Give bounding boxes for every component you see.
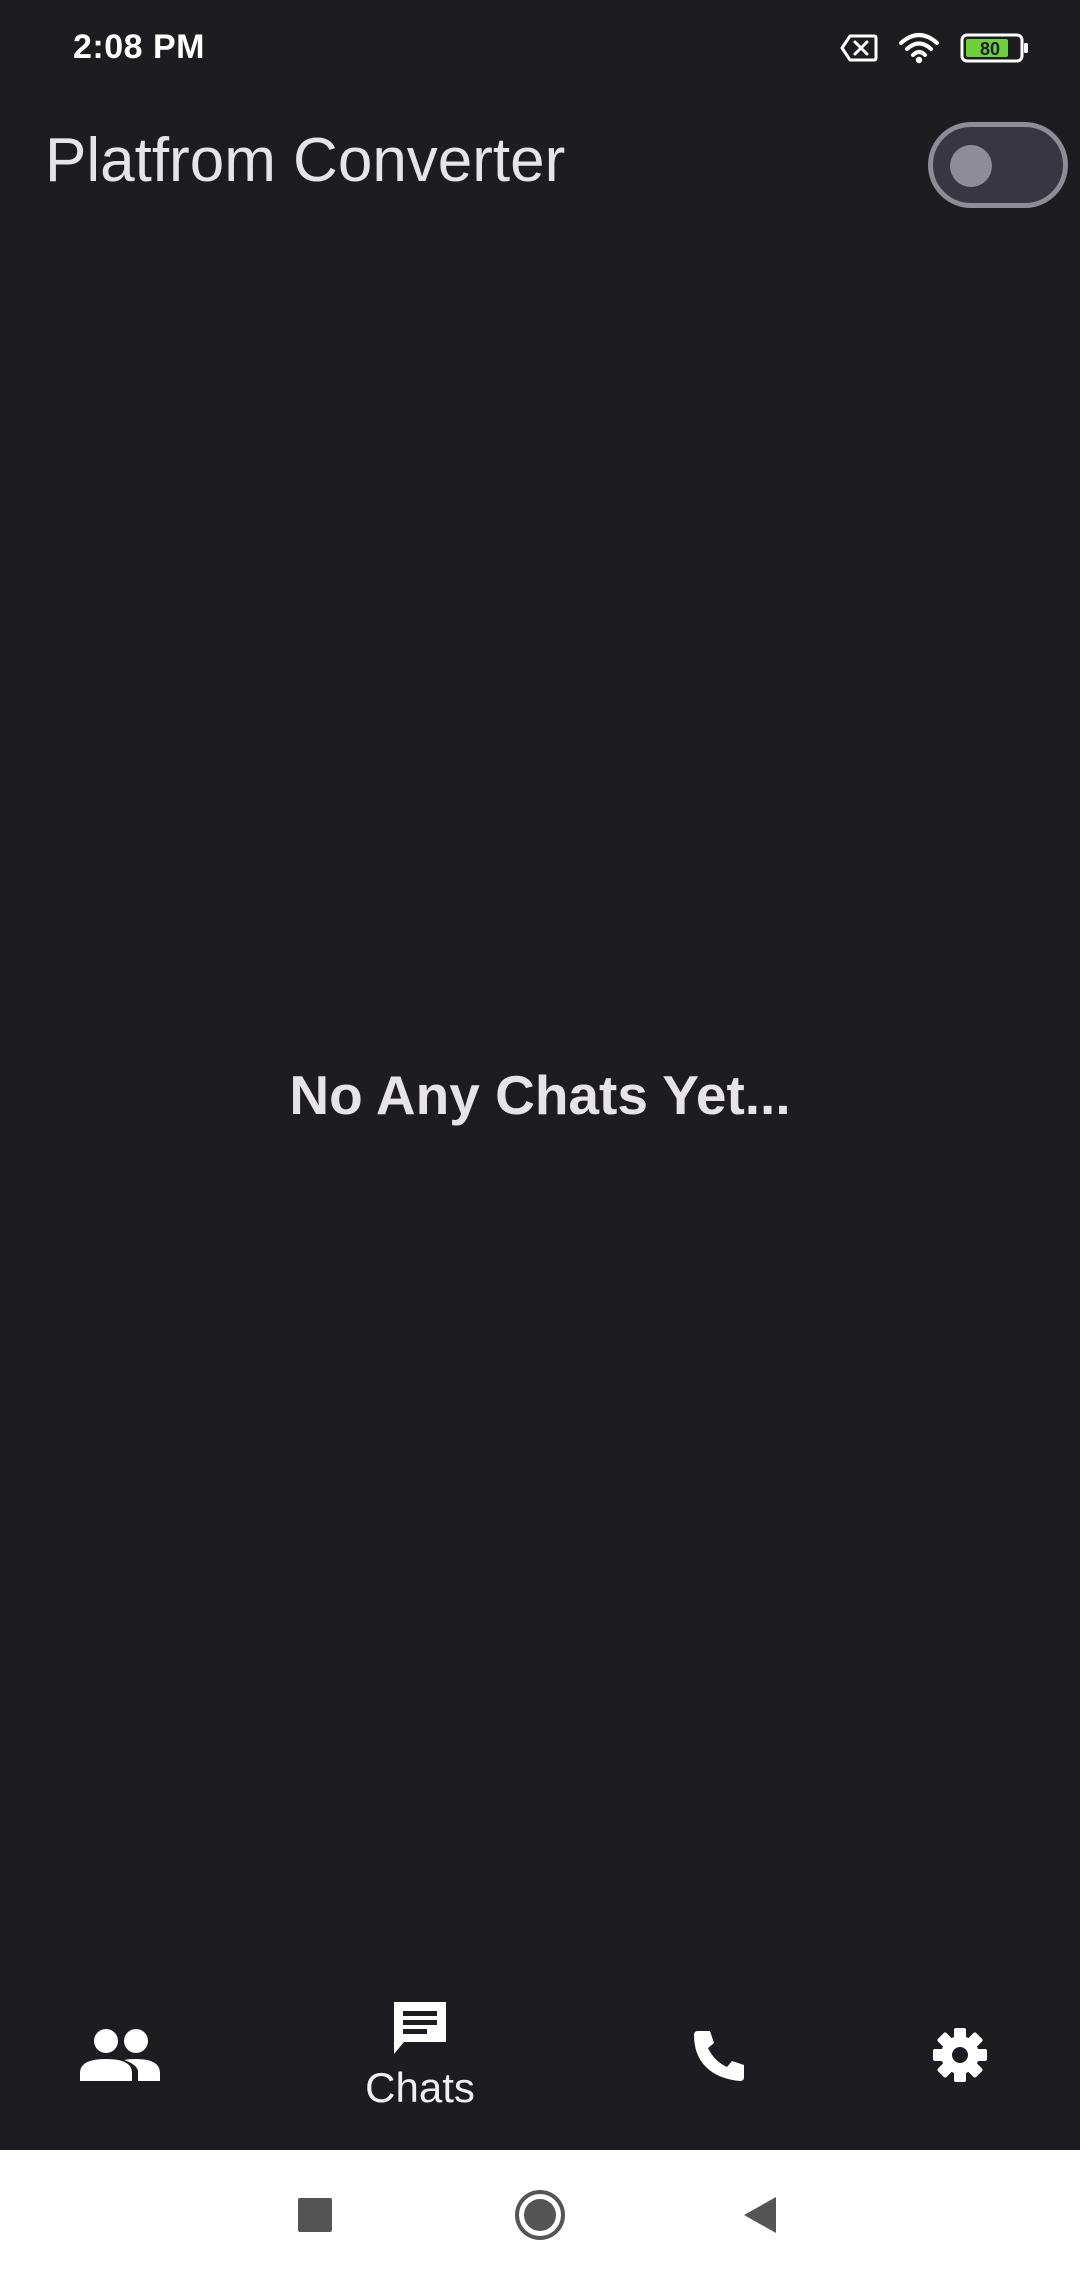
toggle-thumb — [950, 145, 992, 187]
battery-icon: 80 — [960, 32, 1030, 64]
theme-toggle-switch[interactable] — [928, 122, 1068, 208]
status-bar: 2:08 PM 80 — [0, 0, 1080, 96]
sim-off-icon — [840, 34, 878, 62]
settings-gear-icon — [933, 2028, 987, 2082]
nav-label-chats: Chats — [365, 2064, 475, 2111]
status-icons: 80 — [840, 28, 1030, 68]
nav-item-calls[interactable] — [660, 1960, 780, 2150]
home-circle-icon — [515, 2190, 565, 2240]
phone-icon — [694, 2031, 744, 2081]
status-time: 2:08 PM — [73, 28, 205, 66]
nav-item-chats[interactable]: Chats — [340, 1960, 500, 2150]
nav-item-people[interactable] — [60, 1960, 180, 2150]
back-triangle-icon — [744, 2197, 776, 2233]
screen: 2:08 PM 80 Platfrom Converter No Any Cha… — [0, 0, 1080, 2280]
home-button[interactable] — [480, 2150, 600, 2280]
battery-level-text: 80 — [980, 39, 1000, 59]
system-navigation-bar — [0, 2150, 1080, 2280]
bottom-navigation: Chats — [0, 1960, 1080, 2150]
recents-button[interactable] — [255, 2150, 375, 2280]
people-icon — [80, 2029, 160, 2081]
nav-item-settings[interactable] — [900, 1960, 1020, 2150]
wifi-icon — [898, 32, 940, 64]
back-button[interactable] — [700, 2150, 820, 2280]
app-title: Platfrom Converter — [45, 126, 566, 195]
chat-icon — [394, 2002, 446, 2054]
recents-square-icon — [298, 2198, 332, 2232]
empty-chats-message: No Any Chats Yet... — [289, 1064, 791, 1126]
